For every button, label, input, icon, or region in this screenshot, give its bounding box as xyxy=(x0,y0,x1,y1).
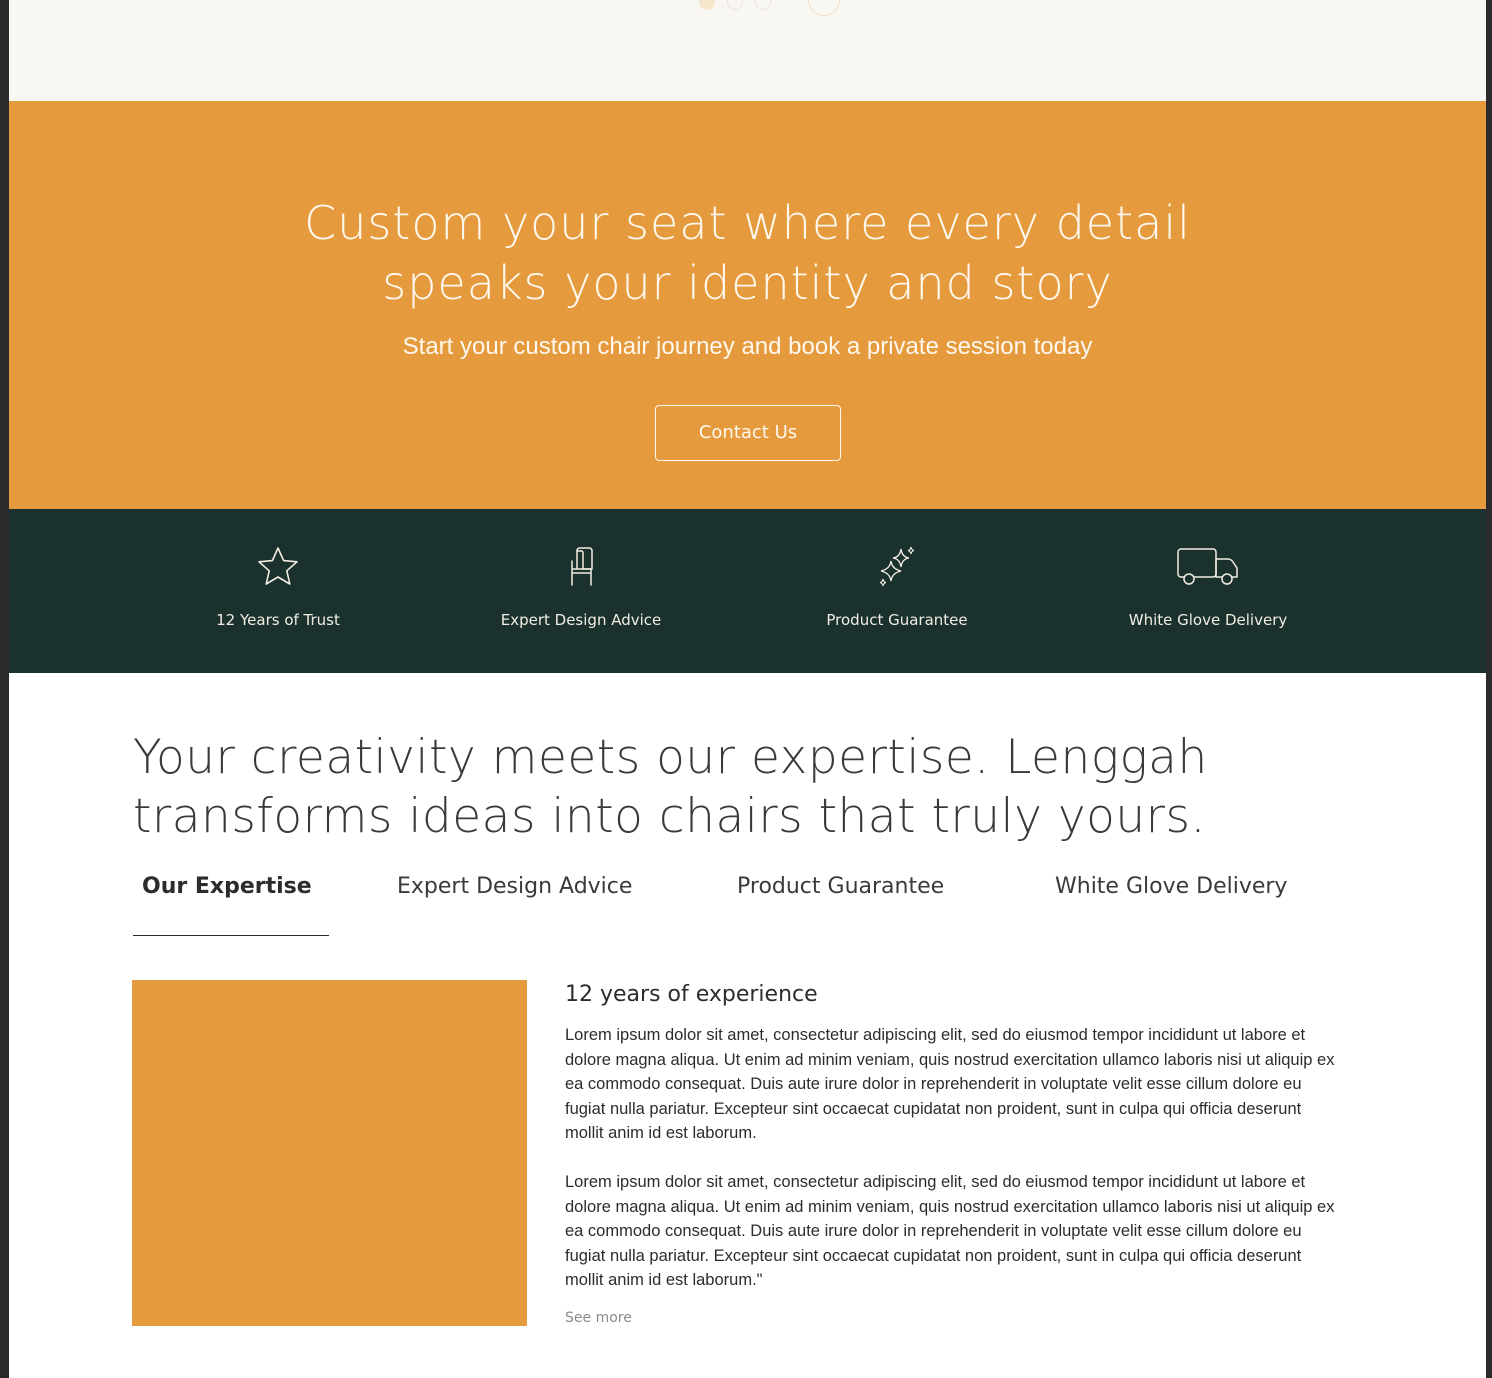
expertise-tabs: Our Expertise Expert Design Advice Produ… xyxy=(133,870,1363,936)
sparkle-icon xyxy=(875,545,919,593)
cta-section: Custom your seat where every detail spea… xyxy=(9,101,1486,509)
tab-white-glove-delivery[interactable]: White Glove Delivery xyxy=(1055,870,1287,936)
carousel-dot-1[interactable] xyxy=(699,0,715,10)
expertise-title: 12 years of experience xyxy=(565,982,818,1007)
contact-us-button[interactable]: Contact Us xyxy=(655,405,841,461)
cta-subtitle: Start your custom chair journey and book… xyxy=(402,333,1093,360)
expertise-paragraph-1: Lorem ipsum dolor sit amet, consectetur … xyxy=(565,1026,1335,1143)
carousel-dots xyxy=(699,0,771,10)
arrow-next-icon[interactable] xyxy=(808,0,840,16)
carousel-dot-2[interactable] xyxy=(727,0,743,10)
about-heading: Your creativity meets our expertise. Len… xyxy=(133,728,1373,846)
tab-product-guarantee[interactable]: Product Guarantee xyxy=(737,870,944,936)
tab-label: Our Expertise xyxy=(142,874,312,899)
features-band: 12 Years of Trust Expert Design Advice P… xyxy=(9,509,1486,673)
star-icon xyxy=(256,545,300,593)
cta-title: Custom your seat where every detail spea… xyxy=(9,193,1486,313)
feature-label: White Glove Delivery xyxy=(1128,611,1288,629)
carousel-footer xyxy=(9,0,1486,101)
truck-icon xyxy=(1176,547,1240,591)
chair-icon xyxy=(559,545,603,593)
tab-expert-design-advice[interactable]: Expert Design Advice xyxy=(397,870,632,936)
carousel-dot-3[interactable] xyxy=(755,0,771,10)
expertise-paragraph-2: Lorem ipsum dolor sit amet, consectetur … xyxy=(565,1172,1335,1290)
feature-label: 12 Years of Trust xyxy=(216,611,340,629)
cta-title-line-1: Custom your seat where every detail xyxy=(304,196,1191,250)
feature-label: Product Guarantee xyxy=(826,611,968,629)
tab-our-expertise[interactable]: Our Expertise xyxy=(133,870,329,936)
about-heading-line-1: Your creativity meets our expertise. Len… xyxy=(133,730,1208,785)
page: Custom your seat where every detail spea… xyxy=(9,0,1486,1378)
expertise-content: 12 years of experience Lorem ipsum dolor… xyxy=(565,982,1340,1326)
see-more-link[interactable]: See more xyxy=(565,1310,632,1326)
tab-label: Expert Design Advice xyxy=(397,874,633,899)
cta-title-line-2: speaks your identity and story xyxy=(382,256,1113,310)
expertise-image xyxy=(132,980,527,1326)
feature-label: Expert Design Advice xyxy=(500,611,662,629)
tab-label: White Glove Delivery xyxy=(1055,874,1288,899)
about-heading-line-2: transforms ideas into chairs that truly … xyxy=(133,789,1206,844)
tab-label: Product Guarantee xyxy=(737,874,945,899)
